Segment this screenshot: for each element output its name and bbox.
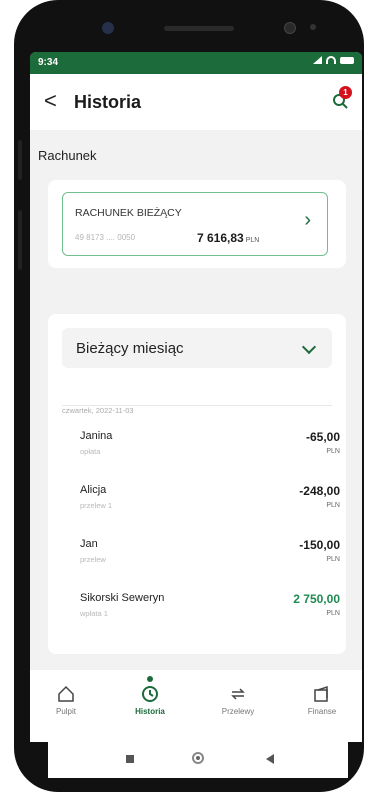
account-balance: 7 616,83 PLN	[197, 231, 260, 245]
account-card: RACHUNEK BIEŻĄCY 49 8173 .... 0050 7 616…	[48, 180, 346, 268]
side-button	[18, 210, 22, 270]
active-tab-indicator	[147, 676, 153, 682]
tab-label: Przelewy	[221, 707, 255, 716]
side-button	[18, 140, 22, 180]
speaker-grille	[164, 26, 234, 31]
transaction-currency: PLN	[326, 556, 340, 563]
period-label: Bieżący miesiąc	[76, 340, 184, 357]
history-card: Bieżący miesiąc czwartek, 2022-11-03 Jan…	[48, 314, 346, 654]
battery-icon	[340, 56, 354, 64]
tab-pulpit[interactable]: Pulpit	[34, 684, 98, 716]
status-time: 9:34	[38, 57, 59, 68]
transaction-name: Janina	[80, 430, 113, 442]
tab-label: Pulpit	[55, 707, 76, 716]
date-label: czwartek, 2022-11-03	[62, 406, 140, 415]
account-number: 49 8173 .... 0050	[75, 233, 136, 242]
app-header: < Historia 1	[30, 74, 362, 130]
transaction-amount: 2 750,00	[293, 592, 340, 606]
transaction-row[interactable]: Jan przelew -150,00 PLN	[80, 538, 340, 578]
tab-label: Historia	[135, 707, 165, 716]
system-nav-bar	[48, 742, 348, 778]
signal-icon	[313, 56, 322, 64]
sensor	[284, 22, 296, 34]
transaction-currency: PLN	[326, 448, 340, 455]
transaction-currency: PLN	[326, 610, 340, 617]
transaction-type: opłata	[80, 447, 101, 456]
chevron-down-icon	[301, 339, 317, 355]
date-separator: czwartek, 2022-11-03	[62, 400, 332, 415]
transaction-amount: -248,00	[299, 484, 340, 498]
app-screen: 9:34 < Historia 1 Rachunek RACHUNEK BIEŻ…	[30, 52, 362, 742]
transaction-name: Sikorski Seweryn	[80, 592, 165, 604]
transaction-amount: -65,00	[305, 430, 340, 444]
tab-historia[interactable]: Historia	[118, 676, 182, 716]
transfer-icon	[231, 688, 245, 700]
back-button[interactable]: <	[44, 90, 57, 112]
transaction-type: wpłata 1	[80, 609, 108, 618]
transaction-name: Jan	[80, 538, 98, 550]
wifi-icon	[326, 56, 336, 64]
tab-label: Finanse	[307, 707, 337, 716]
section-label: Rachunek	[38, 148, 97, 163]
front-camera	[102, 22, 114, 34]
account-name: RACHUNEK BIEŻĄCY	[75, 207, 182, 219]
tab-przelewy[interactable]: Przelewy	[206, 684, 270, 716]
status-bar: 9:34	[30, 52, 362, 74]
bottom-tab-bar: Pulpit Historia Przelewy Finanse	[30, 670, 362, 742]
transaction-currency: PLN	[326, 502, 340, 509]
recent-apps-button[interactable]	[126, 755, 134, 763]
account-selector[interactable]: RACHUNEK BIEŻĄCY 49 8173 .... 0050 7 616…	[62, 192, 328, 256]
transaction-row[interactable]: Alicja przelew 1 -248,00 PLN	[80, 484, 340, 524]
transaction-row[interactable]: Janina opłata -65,00 PLN	[80, 430, 340, 470]
chevron-right-icon: ›	[304, 209, 311, 231]
page-title: Historia	[74, 92, 142, 112]
wallet-icon	[314, 685, 328, 702]
transaction-type: przelew 1	[80, 501, 113, 510]
period-dropdown[interactable]: Bieżący miesiąc	[62, 328, 332, 368]
back-nav-button[interactable]	[266, 754, 274, 764]
transaction-row[interactable]: Sikorski Seweryn wpłata 1 2 750,00 PLN	[80, 592, 340, 632]
transaction-name: Alicja	[80, 484, 107, 496]
home-button[interactable]	[192, 752, 204, 764]
history-icon	[142, 686, 158, 702]
tab-finanse[interactable]: Finanse	[290, 684, 354, 716]
home-icon	[58, 685, 74, 702]
transaction-type: przelew	[80, 555, 106, 564]
notification-badge: 1	[339, 86, 352, 99]
sensor-small	[310, 24, 316, 30]
transaction-amount: -150,00	[299, 538, 340, 552]
